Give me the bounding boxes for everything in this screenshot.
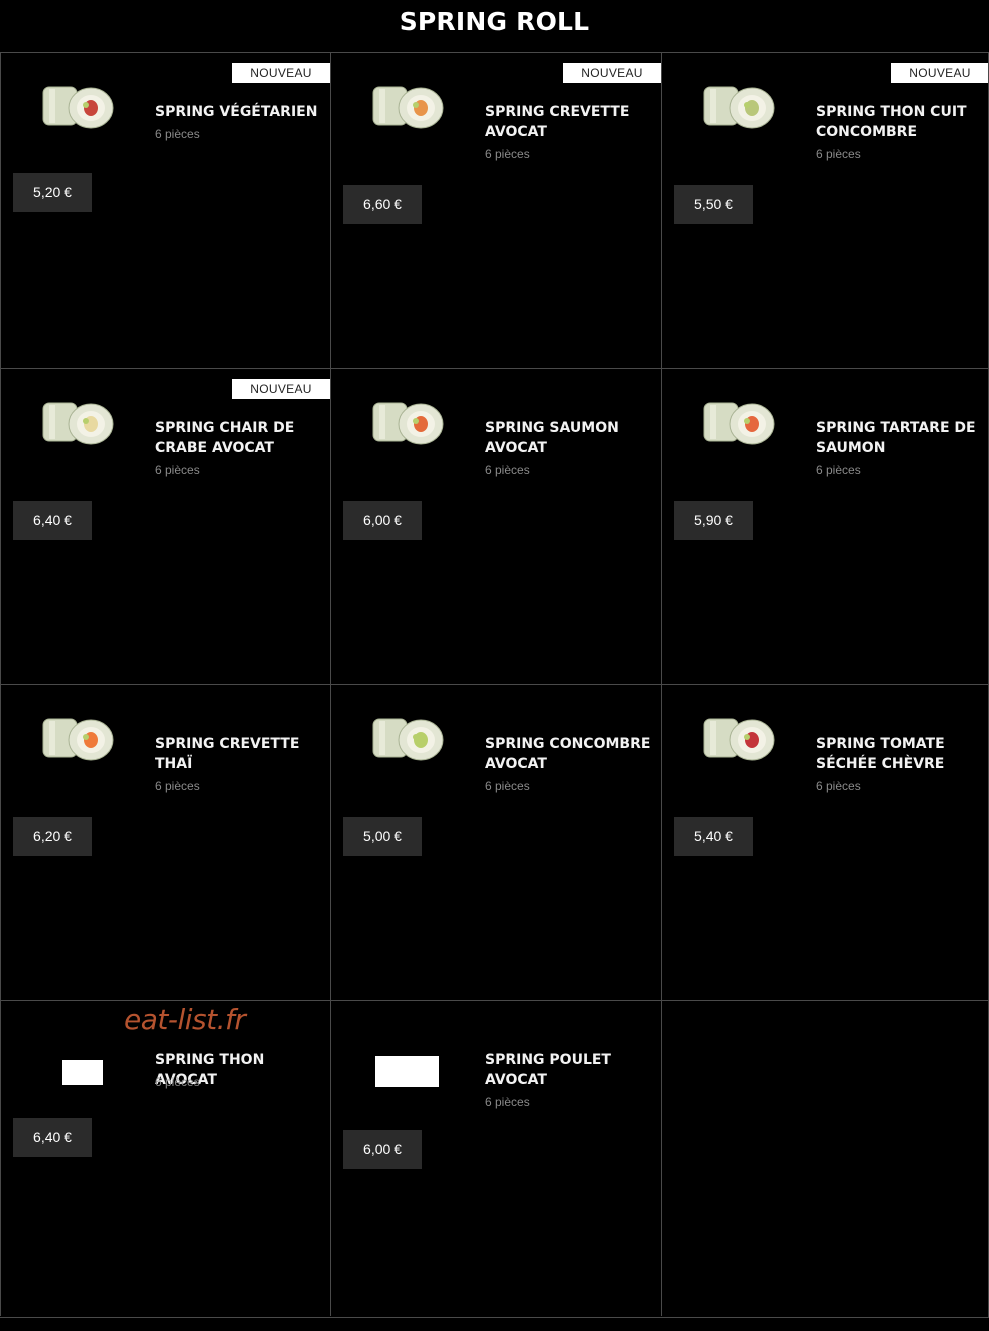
new-badge: NOUVEAU [232,379,330,399]
spring-roll-image [700,397,780,451]
spring-roll-image [39,397,119,451]
spring-roll-drawing [372,718,444,761]
price-button[interactable]: 6,40 € [13,501,92,540]
spring-roll-image [369,713,449,767]
spring-roll-image [700,81,780,135]
price-button[interactable]: 5,50 € [674,185,753,224]
product-name[interactable]: SPRING CREVETTE AVOCAT [485,102,655,142]
product-pieces: 6 pièces [485,147,530,161]
spring-roll-drawing [372,86,444,129]
watermark-text: eat-list.fr [124,1003,246,1036]
product-pieces: 6 pièces [816,463,861,477]
spring-roll-image [369,81,449,135]
spring-roll-image [39,713,119,767]
product-pieces: 6 pièces [485,779,530,793]
product-pieces: 6 pièces [155,463,200,477]
missing-image-placeholder [375,1056,439,1087]
spring-roll-drawing [703,86,775,129]
product-pieces: 6 pièces [816,779,861,793]
spring-roll-drawing [372,402,444,445]
price-button[interactable]: 6,40 € [13,1118,92,1157]
product-pieces: 6 pièces [485,1095,530,1109]
spring-roll-drawing [42,86,114,129]
product-name[interactable]: SPRING CREVETTE THAÏ [155,734,325,774]
product-name[interactable]: SPRING CHAIR DE CRABE AVOCAT [155,418,325,458]
product-pieces: 6 pièces [485,463,530,477]
product-card[interactable]: SPRING SAUMON AVOCAT 6 pièces 6,00 € [330,368,661,684]
product-name[interactable]: SPRING SAUMON AVOCAT [485,418,655,458]
product-name[interactable]: SPRING THON CUIT CONCOMBRE [816,102,986,142]
new-badge: NOUVEAU [232,63,330,83]
page-title: SPRING ROLL [399,7,590,36]
product-grid: NOUVEAU SPRING VÉGÉTARIEN 6 pièces 5,20 … [0,52,989,1318]
product-card[interactable]: SPRING CONCOMBRE AVOCAT 6 pièces 5,00 € [330,684,661,1000]
spring-roll-image [39,81,119,135]
product-name[interactable]: SPRING TARTARE DE SAUMON [816,418,986,458]
product-card[interactable]: SPRING THON AVOCAT 6 pièces 6,40 € [0,1000,330,1316]
product-pieces: 6 pièces [155,127,200,141]
price-button[interactable]: 6,60 € [343,185,422,224]
product-pieces: 6 pièces [816,147,861,161]
spring-roll-drawing [42,718,114,761]
product-card[interactable]: SPRING TOMATE SÉCHÉE CHÈVRE 6 pièces 5,4… [661,684,989,1000]
spring-roll-drawing [703,718,775,761]
product-card[interactable]: SPRING POULET AVOCAT 6 pièces 6,00 € [330,1000,661,1316]
price-button[interactable]: 6,00 € [343,1130,422,1169]
price-button[interactable]: 5,00 € [343,817,422,856]
spring-roll-image [700,713,780,767]
new-badge: NOUVEAU [563,63,661,83]
product-card[interactable]: SPRING TARTARE DE SAUMON 6 pièces 5,90 € [661,368,989,684]
price-button[interactable]: 5,20 € [13,173,92,212]
product-name[interactable]: SPRING VÉGÉTARIEN [155,102,325,122]
product-name[interactable]: SPRING CONCOMBRE AVOCAT [485,734,655,774]
spring-roll-image [369,397,449,451]
product-card[interactable]: NOUVEAU SPRING VÉGÉTARIEN 6 pièces 5,20 … [0,52,330,368]
price-button[interactable]: 5,40 € [674,817,753,856]
product-pieces: 6 pièces [155,1075,200,1089]
price-button[interactable]: 6,00 € [343,501,422,540]
product-card[interactable]: NOUVEAU SPRING THON CUIT CONCOMBRE 6 piè… [661,52,989,368]
product-card[interactable]: SPRING CREVETTE THAÏ 6 pièces 6,20 € [0,684,330,1000]
price-button[interactable]: 5,90 € [674,501,753,540]
empty-cell [661,1000,989,1316]
spring-roll-drawing [42,402,114,445]
product-card[interactable]: NOUVEAU SPRING CHAIR DE CRABE AVOCAT 6 p… [0,368,330,684]
grid-border-bottom [0,1317,989,1318]
product-name[interactable]: SPRING TOMATE SÉCHÉE CHÈVRE [816,734,986,774]
price-button[interactable]: 6,20 € [13,817,92,856]
missing-image-placeholder [62,1060,103,1085]
product-name[interactable]: SPRING POULET AVOCAT [485,1050,655,1090]
spring-roll-drawing [703,402,775,445]
new-badge: NOUVEAU [891,63,989,83]
product-pieces: 6 pièces [155,779,200,793]
product-card[interactable]: NOUVEAU SPRING CREVETTE AVOCAT 6 pièces … [330,52,661,368]
